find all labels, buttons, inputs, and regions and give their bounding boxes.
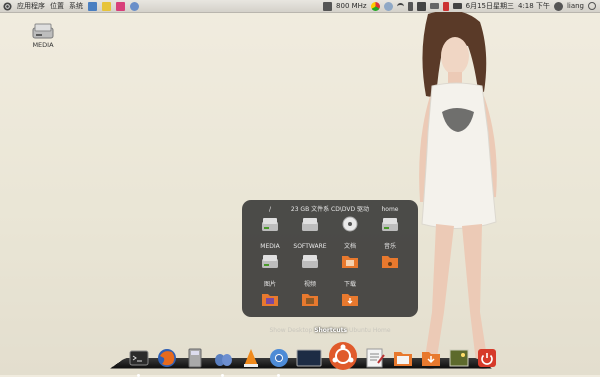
pen-launcher-icon[interactable]: [102, 1, 111, 11]
desktop-icon-label: MEDIA: [32, 41, 54, 49]
stack-item-media[interactable]: MEDIA: [248, 242, 292, 269]
stack-item-documents[interactable]: 文档: [328, 242, 372, 269]
power-menu-icon[interactable]: [588, 2, 596, 10]
dock-pidgin[interactable]: [212, 347, 234, 377]
cpu-frequency: 800 MHz: [336, 2, 367, 10]
weather-icon[interactable]: [383, 1, 393, 11]
text-editor-icon: [366, 348, 385, 368]
cpu-monitor-icon[interactable]: [323, 1, 333, 11]
dock-chromium[interactable]: [268, 347, 290, 377]
ubuntu-logo-icon[interactable]: [3, 1, 12, 11]
dock-update-manager[interactable]: [420, 347, 442, 371]
vlc-icon: [244, 349, 258, 367]
desktop-icon-media[interactable]: MEDIA: [26, 22, 60, 49]
stack-item-software[interactable]: SOFTWARE: [288, 242, 332, 269]
firefox-icon: [158, 349, 176, 367]
pidgin-icon: [215, 354, 232, 366]
dock-shutdown[interactable]: [476, 347, 498, 371]
dock-text-editor[interactable]: [364, 347, 386, 371]
mail-icon[interactable]: [429, 3, 439, 9]
stack-item-home[interactable]: home: [368, 205, 412, 232]
folder-icon: [301, 291, 319, 307]
shortcuts-stack: / 23 GB 文件系 CD\DVD 驱动 home MEDIA SOFTWAR…: [242, 200, 418, 317]
drive-icon: [32, 23, 54, 39]
folder-icon: [381, 253, 399, 269]
dock-firefox[interactable]: [156, 347, 178, 371]
gimp-launcher-icon[interactable]: [88, 1, 97, 11]
stack-item-label: /: [268, 206, 272, 213]
folder-icon: [394, 352, 412, 366]
download-folder-icon: [422, 352, 440, 366]
calculator-icon: [188, 348, 202, 368]
drive-icon: [381, 216, 399, 232]
stack-item-label: SOFTWARE: [293, 243, 327, 250]
stack-item-label: 23 GB 文件系: [290, 206, 330, 213]
panel-username[interactable]: liang: [567, 0, 584, 12]
menu-applications[interactable]: 应用程序: [17, 0, 45, 12]
folder-icon: [341, 253, 359, 269]
terminal-icon: [129, 350, 149, 366]
dock-ubuntu-shortcuts[interactable]: [328, 341, 358, 371]
chromium-icon: [270, 349, 288, 367]
pidgin-launcher-icon[interactable]: [130, 1, 139, 11]
cd-icon: [341, 216, 359, 232]
folder-icon: [261, 291, 279, 307]
dock-screen[interactable]: [296, 347, 322, 371]
dock: [109, 339, 496, 377]
wallpaper-figure: [419, 12, 497, 369]
dock-tooltip: Show Desktop Shortcuts Ubuntu Home: [242, 327, 418, 334]
stack-item-music[interactable]: 音乐: [368, 242, 412, 269]
power-icon: [478, 349, 496, 367]
dock-vlc[interactable]: [240, 347, 262, 371]
stack-item-label: 下载: [343, 281, 356, 288]
dock-terminal[interactable]: [128, 347, 150, 377]
stack-item-label: 文档: [343, 243, 356, 250]
dock-file-manager[interactable]: [392, 347, 414, 371]
stack-item-label: 图片: [263, 281, 276, 288]
dock-calculator[interactable]: [184, 347, 206, 371]
stack-item-downloads[interactable]: 下载: [328, 280, 372, 307]
photos-icon: [449, 349, 469, 367]
stack-item-filesystem[interactable]: 23 GB 文件系: [288, 205, 332, 232]
dock-tooltip-right: Ubuntu Home: [348, 327, 391, 334]
ubuntu-icon: [329, 342, 357, 370]
dock-photos[interactable]: [448, 347, 470, 371]
drive-icon: [301, 216, 319, 232]
stack-item-pictures[interactable]: 图片: [248, 280, 292, 307]
battery-icon[interactable]: [452, 3, 462, 9]
panel-date[interactable]: 6月15日星期三: [466, 0, 514, 12]
menu-places[interactable]: 位置: [50, 0, 64, 12]
dock-tooltip-active: Shortcuts: [314, 327, 348, 334]
stack-item-cdrom[interactable]: CD\DVD 驱动: [328, 205, 372, 232]
panel-time[interactable]: 4:18 下午: [518, 0, 550, 12]
drive-icon: [261, 253, 279, 269]
volume-icon[interactable]: [442, 1, 449, 11]
menu-system[interactable]: 系统: [69, 0, 83, 12]
stack-item-root[interactable]: /: [248, 205, 292, 232]
camera-icon[interactable]: [416, 1, 426, 11]
stack-item-label: home: [381, 206, 399, 213]
stack-item-label: CD\DVD 驱动: [331, 206, 369, 213]
stack-item-label: 视频: [303, 281, 316, 288]
bluetooth-icon[interactable]: [407, 1, 413, 11]
drive-icon: [261, 216, 279, 232]
screen-icon: [296, 349, 322, 367]
stack-item-label: 音乐: [383, 243, 396, 250]
wifi-icon[interactable]: [396, 2, 404, 10]
stack-item-videos[interactable]: 视频: [288, 280, 332, 307]
folder-icon: [341, 291, 359, 307]
stack-item-label: MEDIA: [260, 243, 280, 250]
chrome-icon[interactable]: [370, 1, 380, 11]
app-launcher-icon[interactable]: [116, 1, 125, 11]
dock-tooltip-left: Show Desktop: [269, 327, 313, 334]
drive-icon: [301, 253, 319, 269]
user-icon[interactable]: [553, 1, 563, 11]
